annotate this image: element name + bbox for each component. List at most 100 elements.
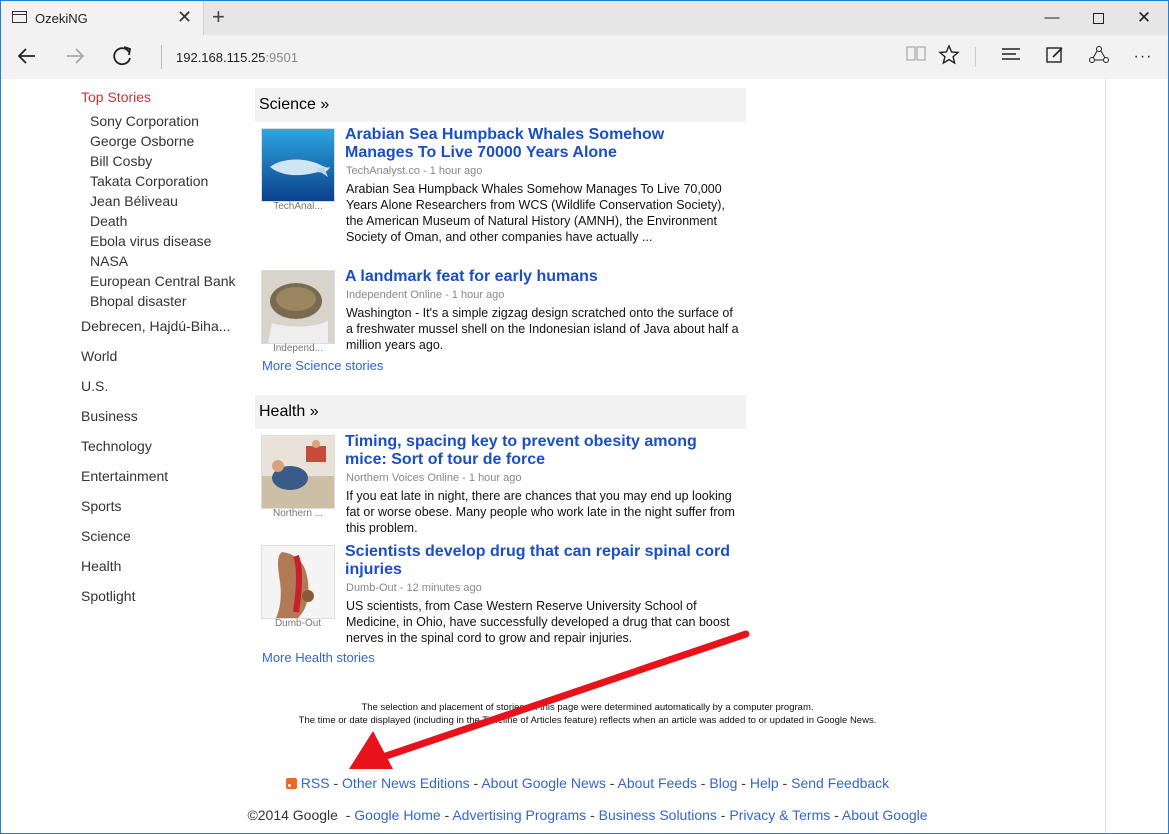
address-separator	[161, 45, 162, 69]
footer-separator: -	[696, 775, 710, 791]
science-heading-text: Science »	[259, 96, 330, 113]
more-health-link[interactable]: More Health stories	[262, 650, 375, 665]
thumbnail-caption: Dumb-Out	[274, 618, 322, 629]
more-science-link[interactable]: More Science stories	[262, 358, 383, 373]
footer-separator: -	[329, 775, 343, 791]
address-host: 192.168.115.25	[176, 50, 266, 65]
footer-separator: -	[469, 775, 482, 791]
top-story-item[interactable]: Sony Corporation	[90, 113, 199, 129]
nav-section-spotlight[interactable]: Spotlight	[81, 588, 135, 604]
blog-link[interactable]: Blog	[709, 775, 737, 791]
share-icon[interactable]	[1085, 44, 1113, 70]
top-story-item[interactable]: NASA	[90, 253, 128, 269]
nav-section-us[interactable]: U.S.	[81, 378, 108, 394]
top-story-item[interactable]: Takata Corporation	[90, 173, 208, 189]
nav-section-health[interactable]: Health	[81, 558, 121, 574]
rss-icon[interactable]	[285, 778, 297, 789]
google-home-link[interactable]: Google Home	[354, 807, 440, 823]
tab-bar: OzekiNG ✕ + — ✕	[1, 1, 1168, 35]
close-window-button[interactable]: ✕	[1121, 1, 1167, 35]
favorite-star-icon[interactable]	[935, 44, 963, 70]
hub-icon[interactable]	[997, 44, 1025, 70]
close-tab-icon[interactable]: ✕	[177, 7, 192, 27]
whale-thumbnail[interactable]	[261, 128, 335, 202]
web-note-icon[interactable]	[1041, 44, 1069, 70]
top-story-item[interactable]: Bhopal disaster	[90, 293, 187, 309]
browser-window: OzekiNG ✕ + — ✕ 192.168.115.25:9501 ··· …	[0, 0, 1169, 834]
about-google-link[interactable]: About Google	[842, 807, 928, 823]
footer-corporate-links: ©2014 Google - Google Home - Advertising…	[201, 807, 974, 823]
article-snippet: If you eat late in night, there are chan…	[346, 489, 735, 535]
nav-top-stories[interactable]: Top Stories	[81, 89, 151, 105]
top-story-item[interactable]: European Central Bank	[90, 273, 236, 289]
new-tab-icon[interactable]: +	[212, 5, 225, 29]
advertising-link[interactable]: Advertising Programs	[452, 807, 586, 823]
footer-separator: -	[586, 807, 599, 823]
more-icon[interactable]: ···	[1129, 44, 1157, 70]
thumbnail-caption: TechAnal...	[273, 201, 323, 212]
top-story-item[interactable]: Bill Cosby	[90, 153, 152, 169]
reading-view-icon[interactable]	[902, 44, 930, 70]
refresh-icon[interactable]	[109, 44, 137, 70]
health-heading-text: Health »	[259, 403, 319, 420]
top-story-item[interactable]: Death	[90, 213, 127, 229]
article-snippet: US scientists, from Case Western Reserve…	[346, 599, 730, 645]
page-content: Top Stories Sony Corporation George Osbo…	[1, 79, 1168, 833]
other-editions-link[interactable]: Other News Editions	[342, 775, 470, 791]
nav-section-sports[interactable]: Sports	[81, 498, 121, 514]
article-headline[interactable]: Arabian Sea Humpback Whales Somehow Mana…	[345, 126, 735, 162]
article-headline[interactable]: Timing, spacing key to prevent obesity a…	[345, 433, 735, 469]
nav-section-technology[interactable]: Technology	[81, 438, 152, 454]
about-google-news-link[interactable]: About Google News	[481, 775, 606, 791]
article-snippet: Washington - It's a simple zigzag design…	[346, 306, 739, 352]
disclaimer-line: The selection and placement of stories o…	[361, 702, 814, 713]
maximize-icon	[1092, 12, 1104, 24]
maximize-button[interactable]	[1075, 1, 1121, 35]
article-headline[interactable]: Scientists develop drug that can repair …	[345, 543, 735, 579]
article-snippet: Arabian Sea Humpback Whales Somehow Mana…	[346, 182, 725, 244]
nav-section-local[interactable]: Debrecen, Hajdú-Biha...	[81, 318, 230, 334]
address-port: :9501	[265, 50, 298, 65]
top-story-item[interactable]: Ebola virus disease	[90, 233, 211, 249]
footer-separator: -	[341, 807, 355, 823]
obesity-thumbnail[interactable]	[261, 435, 335, 509]
nav-section-business[interactable]: Business	[81, 408, 138, 424]
article-source: Independent Online - 1 hour ago	[346, 289, 505, 301]
shell-thumbnail[interactable]	[261, 270, 335, 344]
toolbar-separator	[975, 47, 976, 67]
nav-section-world[interactable]: World	[81, 348, 117, 364]
forward-arrow-icon[interactable]	[61, 44, 89, 70]
nav-section-entertainment[interactable]: Entertainment	[81, 468, 168, 484]
rss-link[interactable]: RSS	[301, 775, 330, 791]
top-story-item[interactable]: George Osborne	[90, 133, 194, 149]
footer-separator: -	[605, 775, 618, 791]
thumbnail-caption: Northern ...	[272, 508, 324, 519]
address-bar[interactable]: 192.168.115.25:9501	[176, 50, 298, 65]
science-section-heading[interactable]: Science »	[255, 88, 746, 122]
copyright-text: ©2014 Google	[247, 807, 338, 823]
disclaimer-line: The time or date displayed (including in…	[298, 715, 877, 726]
health-section-heading[interactable]: Health »	[255, 395, 746, 429]
footer-separator: -	[737, 775, 750, 791]
privacy-terms-link[interactable]: Privacy & Terms	[729, 807, 830, 823]
footer-links: RSS - Other News Editions - About Google…	[201, 775, 974, 791]
footer-separator: -	[440, 807, 453, 823]
minimize-button[interactable]: —	[1029, 1, 1075, 35]
navigation-bar: 192.168.115.25:9501 ···	[1, 35, 1168, 79]
article-source: Northern Voices Online - 1 hour ago	[346, 472, 522, 484]
tab-title: OzekiNG	[35, 11, 88, 26]
back-arrow-icon[interactable]	[13, 44, 41, 70]
article-source: Dumb-Out - 12 minutes ago	[346, 582, 482, 594]
article-headline[interactable]: A landmark feat for early humans	[345, 268, 735, 286]
top-story-item[interactable]: Jean Béliveau	[90, 193, 178, 209]
browser-tab[interactable]: OzekiNG ✕	[1, 1, 204, 35]
spine-thumbnail[interactable]	[261, 545, 335, 619]
about-feeds-link[interactable]: About Feeds	[618, 775, 697, 791]
help-link[interactable]: Help	[750, 775, 779, 791]
nav-section-science[interactable]: Science	[81, 528, 131, 544]
thumbnail-caption: Independ...	[272, 343, 324, 354]
business-solutions-link[interactable]: Business Solutions	[599, 807, 717, 823]
footer-separator: -	[778, 775, 792, 791]
page-divider	[1105, 79, 1106, 833]
send-feedback-link[interactable]: Send Feedback	[791, 775, 889, 791]
